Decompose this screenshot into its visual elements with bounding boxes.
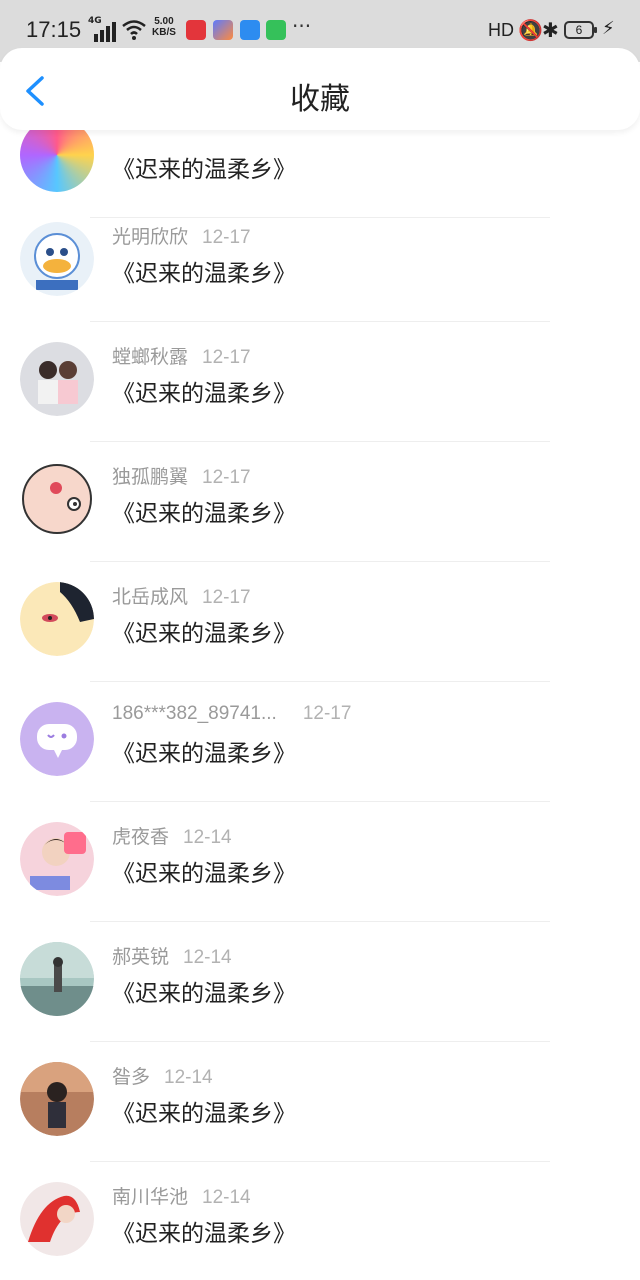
avatar xyxy=(20,342,94,416)
app-notification-icon xyxy=(240,20,260,40)
avatar xyxy=(20,1062,94,1136)
list-item[interactable]: 186***382_89741... 12-17 《迟来的温柔乡》 xyxy=(0,682,640,802)
item-subject: 《迟来的温柔乡》 xyxy=(112,501,296,527)
item-author: 昝多 xyxy=(112,1066,151,1088)
item-subject: 《迟来的温柔乡》 xyxy=(112,381,296,407)
hd-indicator: HD xyxy=(488,20,514,40)
item-meta: 独孤鹏翼 12-17 xyxy=(112,462,251,489)
avatar xyxy=(20,462,94,536)
battery-icon: 6 xyxy=(564,21,597,39)
item-author: 南川华池 xyxy=(112,1186,189,1208)
item-date: 12-14 xyxy=(164,1067,213,1088)
item-meta: 南川华池 12-14 xyxy=(112,1182,251,1209)
item-subject: 《迟来的温柔乡》 xyxy=(112,1101,296,1127)
list-item[interactable]: 光明欣欣 12-17 《迟来的温柔乡》 xyxy=(0,202,640,322)
app-notification-icon xyxy=(266,20,286,40)
item-subject: 《迟来的温柔乡》 xyxy=(112,621,296,647)
avatar xyxy=(20,222,94,296)
avatar xyxy=(20,1182,94,1256)
app-notification-icon xyxy=(186,20,206,40)
charging-icon: ⚡ xyxy=(602,18,615,39)
list-item[interactable]: 郝英锐 12-14 《迟来的温柔乡》 xyxy=(0,922,640,1042)
item-meta: 昝多 12-14 xyxy=(112,1062,213,1089)
item-author: 螳螂秋露 xyxy=(112,346,189,368)
item-date: 12-17 xyxy=(302,703,352,724)
item-date: 12-17 xyxy=(202,227,251,248)
favorites-list[interactable]: 《迟来的温柔乡》 光明欣欣 12-17 《迟来的温柔乡》 螳螂秋露 12-17 《迟… xyxy=(0,0,640,1280)
item-date: 12-17 xyxy=(202,347,251,368)
avatar xyxy=(20,702,94,776)
item-date: 12-14 xyxy=(183,827,232,848)
item-date: 12-14 xyxy=(183,947,232,968)
mute-icon: 🔕 xyxy=(518,18,543,42)
speed-value: 5.00 xyxy=(154,16,174,27)
item-meta: 186***382_89741... 12-17 xyxy=(112,702,351,725)
item-author: 186***382_89741... xyxy=(112,703,277,724)
item-date: 12-17 xyxy=(202,587,251,608)
avatar xyxy=(20,582,94,656)
bluetooth-icon: ✱ xyxy=(542,18,559,42)
app-notification-icon xyxy=(213,20,233,40)
item-author: 光明欣欣 xyxy=(112,226,189,248)
item-subject: 《迟来的温柔乡》 xyxy=(112,261,296,287)
item-meta: 虎夜香 12-14 xyxy=(112,822,232,849)
list-item[interactable]: 独孤鹏翼 12-17 《迟来的温柔乡》 xyxy=(0,442,640,562)
item-author: 北岳成风 xyxy=(112,586,189,608)
list-item[interactable]: 昝多 12-14 《迟来的温柔乡》 xyxy=(0,1042,640,1162)
item-author: 独孤鹏翼 xyxy=(112,466,189,488)
item-subject: 《迟来的温柔乡》 xyxy=(112,861,296,887)
page-title: 收藏 xyxy=(290,82,350,117)
network-speed: 5.00 KB/S xyxy=(152,16,176,38)
avatar xyxy=(20,942,94,1016)
avatar xyxy=(20,822,94,896)
wifi-icon xyxy=(122,20,146,40)
list-item[interactable]: 螳螂秋露 12-17 《迟来的温柔乡》 xyxy=(0,322,640,442)
more-notifications-icon: ··· xyxy=(292,14,312,38)
status-time: 17:15 xyxy=(26,17,82,42)
network-label: 4G xyxy=(88,16,102,26)
top-bar: 收藏 xyxy=(0,48,640,130)
item-date: 12-17 xyxy=(202,467,251,488)
item-meta: 北岳成风 12-17 xyxy=(112,582,251,609)
list-item[interactable]: 北岳成风 12-17 《迟来的温柔乡》 xyxy=(0,562,640,682)
list-item[interactable]: 虎夜香 12-14 《迟来的温柔乡》 xyxy=(0,802,640,922)
item-author: 郝英锐 xyxy=(112,946,170,968)
item-meta: 郝英锐 12-14 xyxy=(112,942,232,969)
item-meta: 螳螂秋露 12-17 xyxy=(112,342,251,369)
list-item[interactable]: 南川华池 12-14 《迟来的温柔乡》 xyxy=(0,1162,640,1280)
item-author: 虎夜香 xyxy=(112,826,170,848)
item-subject: 《迟来的温柔乡》 xyxy=(112,1221,296,1247)
item-subject: 《迟来的温柔乡》 xyxy=(112,157,296,183)
signal-icon: 4G xyxy=(88,16,116,42)
item-date: 12-14 xyxy=(202,1187,251,1208)
speed-unit: KB/S xyxy=(152,27,176,38)
item-subject: 《迟来的温柔乡》 xyxy=(112,981,296,1007)
item-meta: 光明欣欣 12-17 xyxy=(112,222,251,249)
item-subject: 《迟来的温柔乡》 xyxy=(112,741,296,767)
